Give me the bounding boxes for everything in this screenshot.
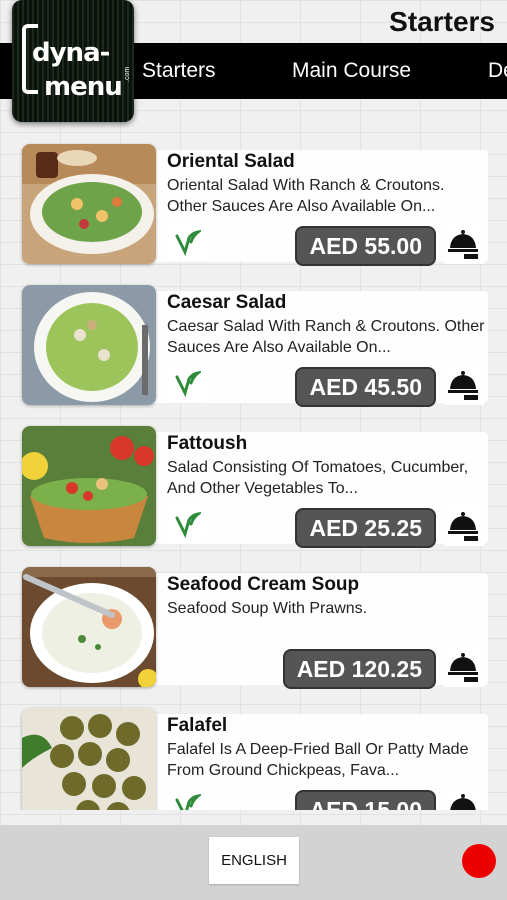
add-to-order-cloche-icon[interactable] xyxy=(444,224,484,264)
menu-item-oriental-salad[interactable]: Oriental Salad Oriental Salad With Ranch… xyxy=(22,144,488,266)
add-to-order-cloche-icon[interactable] xyxy=(444,365,484,405)
vegetarian-icon xyxy=(167,365,207,401)
language-button[interactable]: ENGLISH xyxy=(209,837,299,884)
caesar-salad-photo[interactable] xyxy=(22,285,156,405)
item-name: Caesar Salad xyxy=(167,292,287,313)
item-name: Seafood Cream Soup xyxy=(167,574,360,595)
price-tag: AED 45.50 xyxy=(295,367,436,407)
logo-line2: menu xyxy=(44,72,123,102)
dyna-menu-logo: dyna- menu .com xyxy=(12,0,134,122)
footer-bar: ENGLISH xyxy=(0,825,507,900)
menu-item-falafel[interactable]: Falafel Falafel Is A Deep-Fried Ball Or … xyxy=(22,708,488,810)
add-to-order-cloche-icon[interactable] xyxy=(444,788,484,810)
price-tag: AED 15.00 xyxy=(295,790,436,810)
menu-item-seafood-cream-soup[interactable]: Seafood Cream Soup Seafood Soup With Pra… xyxy=(22,567,488,689)
add-to-order-cloche-icon[interactable] xyxy=(444,506,484,546)
item-description: Falafel Is A Deep-Fried Ball Or Patty Ma… xyxy=(167,741,469,779)
seafood-cream-soup-photo[interactable] xyxy=(22,567,156,687)
menu-item-list[interactable]: Oriental Salad Oriental Salad With Ranch… xyxy=(0,130,507,810)
logo-suffix: .com xyxy=(124,66,131,82)
item-description: Caesar Salad With Ranch & Croutons. Othe… xyxy=(167,318,485,356)
vegetarian-icon xyxy=(167,506,207,542)
tab-starters[interactable]: Starters xyxy=(142,43,216,99)
tab-main-course[interactable]: Main Course xyxy=(292,43,411,99)
vegetarian-icon xyxy=(167,788,207,810)
item-name: Fattoush xyxy=(167,433,248,454)
price-tag: AED 25.25 xyxy=(295,508,436,548)
record-indicator-icon[interactable] xyxy=(462,844,496,878)
page-title: Starters xyxy=(389,6,495,37)
oriental-salad-photo[interactable] xyxy=(22,144,156,264)
item-name: Falafel xyxy=(167,715,228,736)
menu-item-caesar-salad[interactable]: Caesar Salad Caesar Salad With Ranch & C… xyxy=(22,285,488,407)
fattoush-photo[interactable] xyxy=(22,426,156,546)
price-tag: AED 120.25 xyxy=(282,649,436,689)
item-description: Salad Consisting Of Tomatoes, Cucumber, … xyxy=(167,459,469,497)
item-description: Oriental Salad With Ranch & Croutons. Ot… xyxy=(167,177,445,215)
item-name: Oriental Salad xyxy=(167,151,295,172)
logo-line1: dyna- xyxy=(32,38,110,68)
item-description: Seafood Soup With Prawns. xyxy=(167,600,368,617)
menu-item-fattoush[interactable]: Fattoush Salad Consisting Of Tomatoes, C… xyxy=(22,426,488,548)
add-to-order-cloche-icon[interactable] xyxy=(444,647,484,687)
price-tag: AED 55.00 xyxy=(295,226,436,266)
vegetarian-icon xyxy=(167,224,207,260)
falafel-photo[interactable] xyxy=(22,708,156,810)
tab-desserts[interactable]: De xyxy=(488,43,507,99)
